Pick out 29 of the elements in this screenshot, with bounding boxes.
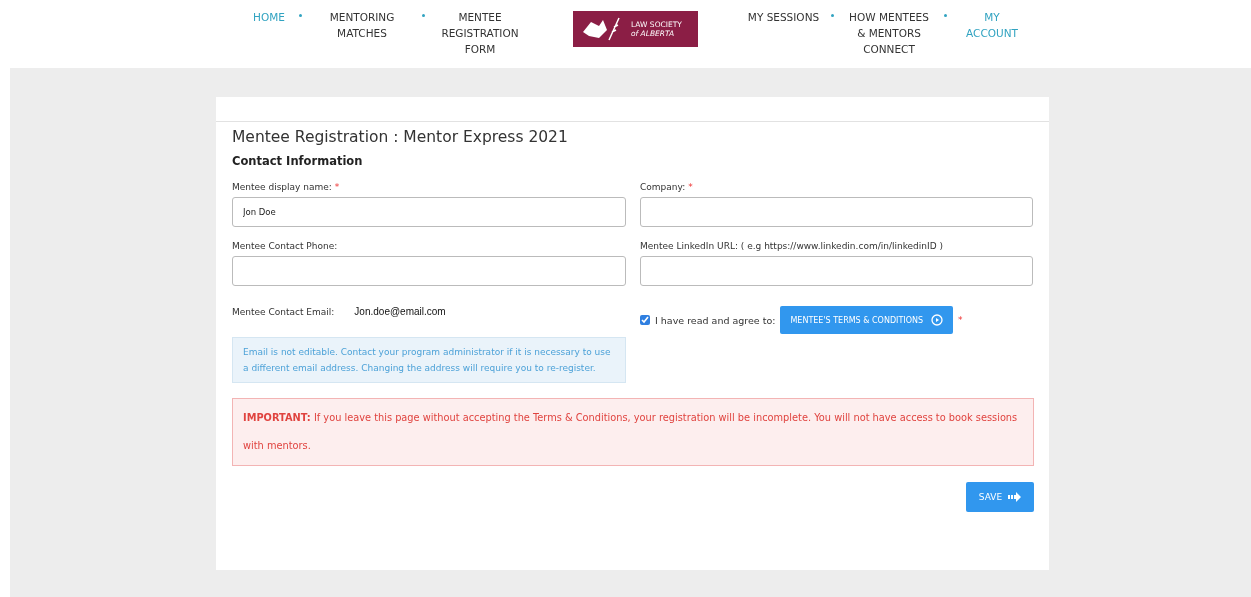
nav-link[interactable]: MY SESSIONS [746, 9, 821, 25]
agree-checkbox[interactable] [640, 315, 650, 325]
required-mark: * [334, 182, 340, 192]
input-field[interactable] [640, 197, 1033, 227]
bullet-icon [299, 14, 302, 17]
input-field[interactable] [640, 256, 1033, 286]
field-label: Mentee display name: * [232, 182, 341, 192]
required-mark: * [958, 315, 963, 325]
required-mark: * [688, 182, 693, 192]
field-label: Company: * [640, 182, 694, 192]
nav-link[interactable]: MENTEE REGISTRATION FORM [435, 9, 525, 57]
form-title: Mentee Registration : Mentor Express 2021 [232, 128, 569, 146]
arrow-icon [1008, 492, 1022, 502]
email-value: Jon.doe@email.com [354, 306, 446, 317]
input-field[interactable] [232, 256, 626, 286]
field-label: Mentee Contact Phone: [232, 241, 339, 251]
field-label: Mentee LinkedIn URL: ( e.g https://www.linkedin.com/in/linkedinID ) [640, 241, 944, 251]
bullet-icon [944, 14, 947, 17]
input-field[interactable]: Jon Doe [232, 197, 626, 227]
bullet-icon [831, 14, 834, 17]
agree-label: I have read and agree to: [655, 314, 776, 326]
field-label: Mentee Contact Email: [232, 306, 335, 317]
warning-message: IMPORTANT: If you leave this page without accepting the Terms & Conditions, your registration will be incomplete. You will not have access to book sessions with mentors. [232, 398, 1034, 466]
play-icon [931, 314, 943, 326]
info-note: Email is not editable. Contact your program administrator if it is necessary to use a different email address. Changing the address will require you to re-register. [232, 337, 626, 383]
nav-link[interactable]: MENTORING MATCHES [312, 9, 412, 41]
bullet-icon [422, 14, 425, 17]
section-heading: Contact Information [232, 154, 364, 168]
nav-link[interactable]: HOW MENTEES & MENTORS CONNECT [844, 9, 934, 57]
